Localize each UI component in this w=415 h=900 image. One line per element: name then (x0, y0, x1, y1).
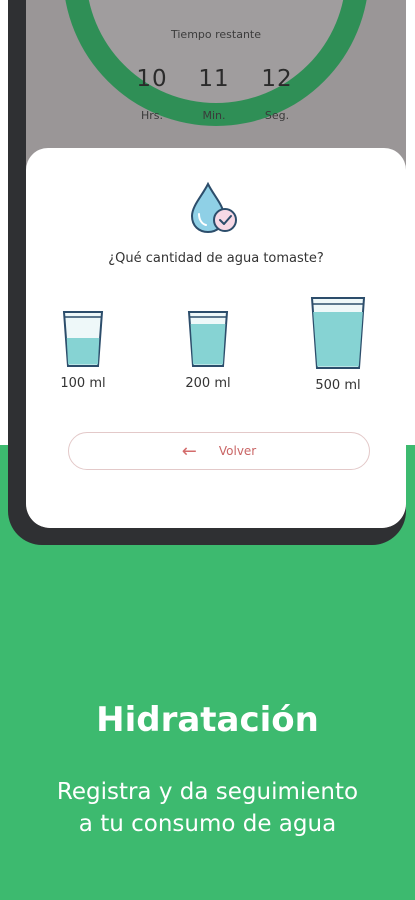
seconds-unit: Seg. (264, 109, 290, 122)
option-500ml-label: 500 ml (315, 378, 361, 393)
dialog-question: ¿Qué cantidad de agua tomaste? (108, 251, 324, 266)
option-100ml[interactable]: 100 ml (48, 308, 118, 391)
option-100ml-label: 100 ml (60, 376, 106, 391)
timer-label: Tiempo restante (170, 28, 261, 41)
small-glass-icon (62, 311, 104, 367)
minutes-value: 11 (198, 66, 230, 92)
large-glass-icon (310, 297, 366, 369)
promo-subtitle-line-2: a tu consumo de agua (78, 811, 337, 837)
app-screen: Tiempo restante 10 Hrs. 11 Min. 12 Seg. … (26, 0, 406, 528)
phone-frame: Tiempo restante 10 Hrs. 11 Min. 12 Seg. … (8, 0, 406, 545)
option-200ml-label: 200 ml (185, 376, 231, 391)
timer-minutes: 11 Min. (184, 66, 244, 122)
promo-subtitle-line-1: Registra y da seguimiento (56, 779, 359, 805)
promo-title: Hidratación (96, 700, 319, 740)
arrow-left-icon: ← (181, 440, 197, 462)
option-500ml[interactable]: 500 ml (298, 294, 378, 393)
option-200ml[interactable]: 200 ml (173, 308, 243, 391)
minutes-unit: Min. (202, 109, 226, 122)
medium-glass-icon (187, 311, 229, 367)
back-button[interactable]: ← Volver (68, 432, 370, 470)
promo-subtitle: Registra y da seguimiento a tu consumo d… (0, 776, 415, 840)
back-button-label: Volver (218, 444, 257, 458)
water-drop-check-icon (190, 181, 237, 234)
seconds-value: 12 (261, 66, 293, 92)
timer-seconds: 12 Seg. (247, 66, 307, 122)
hours-unit: Hrs. (140, 109, 164, 122)
timer-hours: 10 Hrs. (122, 66, 182, 122)
water-intake-dialog: ¿Qué cantidad de agua tomaste? 100 ml 20… (26, 148, 406, 528)
hours-value: 10 (136, 66, 168, 92)
